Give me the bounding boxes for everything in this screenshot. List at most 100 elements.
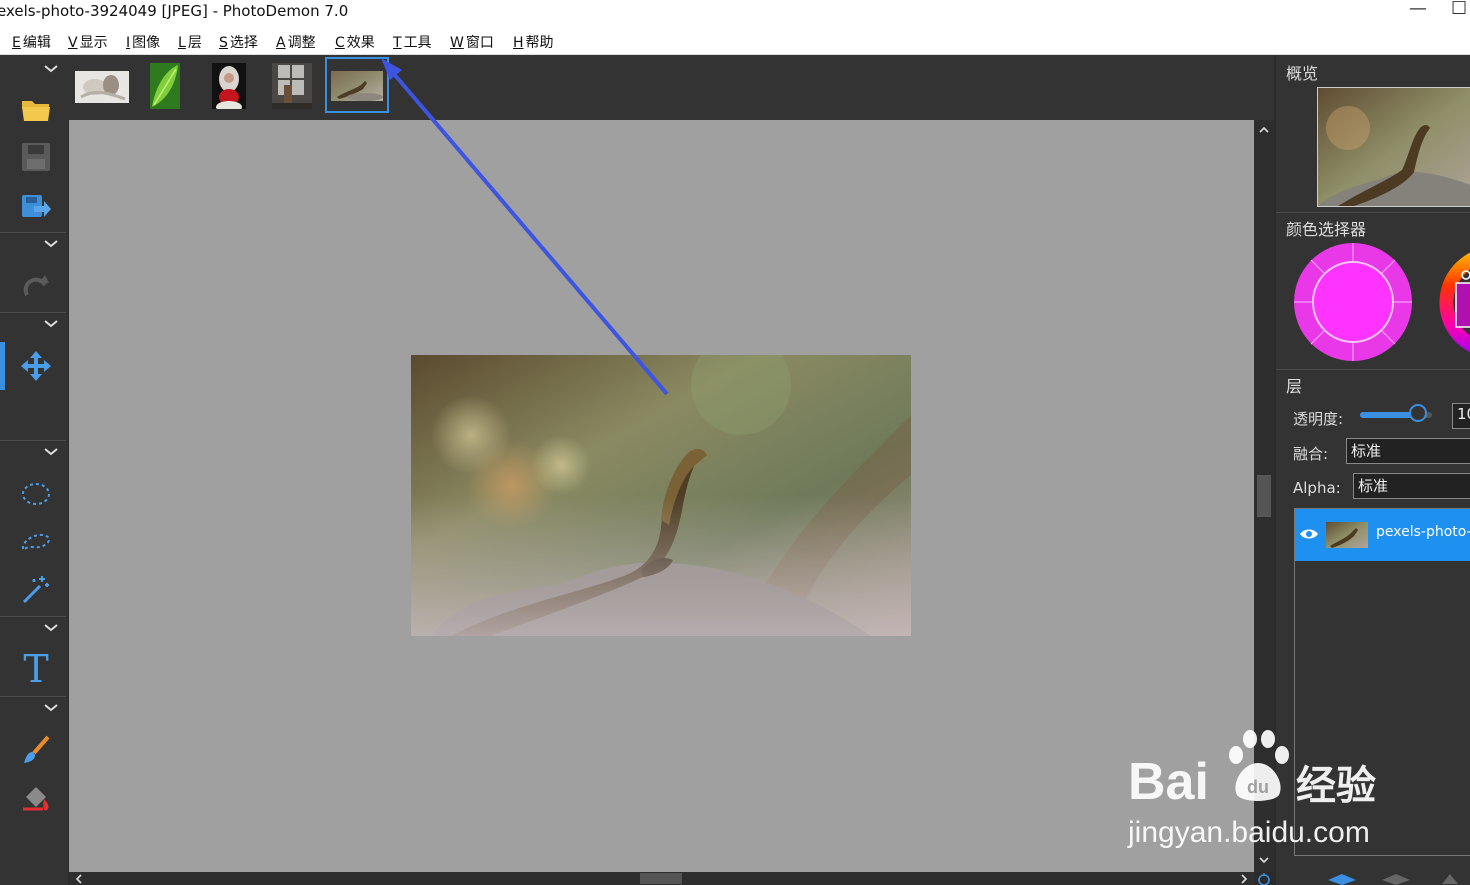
menu-layer[interactable]: L层 bbox=[178, 32, 202, 52]
toolbar-divider bbox=[0, 696, 66, 697]
left-toolbar: T bbox=[0, 55, 68, 885]
collapse-selection-group-icon[interactable] bbox=[42, 446, 60, 458]
text-tool-button[interactable]: T bbox=[12, 649, 60, 689]
collapse-move-group-icon[interactable] bbox=[42, 318, 60, 330]
minimize-button[interactable]: — bbox=[1409, 0, 1427, 19]
save-as-button[interactable] bbox=[12, 186, 60, 226]
collapse-text-group-icon[interactable] bbox=[42, 622, 60, 634]
move-tool-button[interactable] bbox=[12, 346, 60, 386]
opacity-input[interactable]: 100 bbox=[1452, 403, 1470, 429]
magic-wand-icon bbox=[22, 576, 49, 604]
lasso-select-icon bbox=[22, 533, 50, 551]
thumbnail-wedding-white bbox=[75, 71, 129, 103]
ellipse-select-icon bbox=[22, 483, 50, 505]
menu-select[interactable]: S 选择 bbox=[219, 32, 258, 52]
zoom-center-icon[interactable] bbox=[1257, 872, 1271, 885]
collapse-file-group-icon[interactable] bbox=[42, 63, 60, 75]
menu-tools[interactable]: T 工具 bbox=[393, 32, 432, 52]
collapse-undo-group-icon[interactable] bbox=[42, 238, 60, 250]
canvas-image bbox=[411, 355, 911, 636]
image-canvas[interactable] bbox=[69, 120, 1254, 872]
paint-bucket-icon bbox=[23, 787, 49, 811]
collapse-paint-group-icon[interactable] bbox=[42, 702, 60, 714]
menu-window[interactable]: W 窗口 bbox=[450, 32, 494, 52]
redo-button[interactable] bbox=[12, 266, 60, 306]
thumbnail-green-leaf bbox=[150, 63, 180, 109]
right-panel: 概览 颜色选择器 层 透明度: 100 融合: 标准 Alpha: bbox=[1276, 55, 1470, 885]
image-tab[interactable] bbox=[210, 61, 248, 113]
blend-mode-dropdown[interactable]: 标准 bbox=[1346, 438, 1470, 464]
move-icon bbox=[21, 351, 51, 381]
menu-effects[interactable]: C 效果 bbox=[335, 32, 375, 52]
layer-thumbnail bbox=[1326, 522, 1368, 548]
paintbrush-icon bbox=[24, 735, 50, 763]
ellipse-select-button[interactable] bbox=[12, 474, 60, 514]
layer-row-selected[interactable]: pexels-photo-3924049 bbox=[1295, 509, 1470, 561]
layer-visibility-eye-icon[interactable] bbox=[1299, 527, 1319, 541]
scroll-left-icon[interactable] bbox=[75, 874, 83, 884]
toolbar-divider bbox=[0, 616, 66, 617]
toolbar-divider bbox=[0, 312, 66, 313]
redo-icon bbox=[23, 275, 49, 296]
thumbnail-window-room bbox=[272, 63, 312, 109]
alpha-mode-label: Alpha: bbox=[1293, 479, 1341, 497]
layer-stack-icon[interactable] bbox=[1328, 874, 1356, 885]
color-history-wheel[interactable] bbox=[1293, 242, 1413, 362]
menu-image[interactable]: I 图像 bbox=[126, 32, 160, 52]
image-tab[interactable] bbox=[73, 61, 131, 111]
alpha-mode-dropdown[interactable]: 标准 bbox=[1353, 473, 1470, 499]
overview-preview[interactable] bbox=[1317, 87, 1470, 207]
open-file-button[interactable] bbox=[12, 89, 60, 129]
lasso-select-button[interactable] bbox=[12, 522, 60, 562]
image-tab[interactable] bbox=[270, 61, 314, 111]
menu-adjust[interactable]: A 调整 bbox=[276, 32, 316, 52]
horizontal-scrollbar[interactable] bbox=[69, 872, 1254, 885]
thumbnail-lizard bbox=[331, 71, 383, 101]
lizard-photo bbox=[411, 355, 911, 636]
text-icon: T bbox=[23, 647, 49, 691]
menu-view[interactable]: V 显示 bbox=[68, 32, 108, 52]
image-tabstrip bbox=[68, 55, 1274, 120]
opacity-slider-knob[interactable] bbox=[1408, 404, 1427, 422]
scroll-down-icon[interactable] bbox=[1259, 856, 1269, 864]
save-icon bbox=[22, 143, 50, 171]
save-button[interactable] bbox=[12, 137, 60, 177]
menu-edit[interactable]: E 编辑 bbox=[12, 32, 51, 52]
vertical-scroll-thumb[interactable] bbox=[1257, 475, 1271, 517]
layer-name: pexels-photo-3924049 bbox=[1376, 524, 1470, 540]
horizontal-scroll-thumb[interactable] bbox=[640, 873, 682, 884]
hue-wheel[interactable] bbox=[1430, 245, 1470, 360]
maximize-button[interactable]: ☐ bbox=[1451, 0, 1467, 19]
thumbnail-bride-roses bbox=[212, 63, 246, 113]
active-tool-indicator bbox=[0, 342, 5, 390]
magic-wand-button[interactable] bbox=[12, 569, 60, 609]
layer-list[interactable]: pexels-photo-3924049 bbox=[1294, 508, 1470, 856]
layer-actions-bar bbox=[1328, 874, 1458, 885]
layer-merge-icon[interactable] bbox=[1382, 874, 1410, 885]
current-color-swatch[interactable] bbox=[1312, 261, 1394, 343]
window-title: exels-photo-3924049 [JPEG] - PhotoDemon … bbox=[0, 2, 349, 20]
layer-move-up-icon[interactable] bbox=[1442, 874, 1458, 884]
vertical-scrollbar[interactable] bbox=[1254, 120, 1274, 872]
layers-title: 层 bbox=[1286, 377, 1303, 396]
scroll-right-icon[interactable] bbox=[1240, 874, 1248, 884]
opacity-slider[interactable] bbox=[1360, 404, 1432, 422]
panel-divider bbox=[1276, 212, 1470, 213]
blend-mode-label: 融合: bbox=[1293, 445, 1329, 463]
color-selector-title: 颜色选择器 bbox=[1286, 220, 1367, 239]
menu-help[interactable]: H 帮助 bbox=[513, 32, 554, 52]
paintbrush-button[interactable] bbox=[12, 730, 60, 770]
overview-title: 概览 bbox=[1286, 64, 1319, 83]
toolbar-divider bbox=[0, 440, 66, 441]
toolbar-divider bbox=[0, 232, 66, 233]
title-bar: exels-photo-3924049 [JPEG] - PhotoDemon … bbox=[0, 0, 1470, 26]
panel-divider bbox=[1276, 369, 1470, 370]
folder-open-icon bbox=[22, 101, 50, 121]
image-tab-active[interactable] bbox=[325, 57, 389, 113]
paint-bucket-button[interactable] bbox=[12, 779, 60, 819]
image-tab[interactable] bbox=[148, 61, 182, 111]
scroll-up-icon[interactable] bbox=[1259, 126, 1269, 134]
menu-bar: E 编辑 V 显示 I 图像 L层 S 选择 A 调整 C 效果 T 工具 W 窗口 H 帮助 bbox=[0, 26, 1470, 55]
opacity-label: 透明度: bbox=[1293, 410, 1344, 428]
save-as-icon bbox=[22, 195, 51, 217]
